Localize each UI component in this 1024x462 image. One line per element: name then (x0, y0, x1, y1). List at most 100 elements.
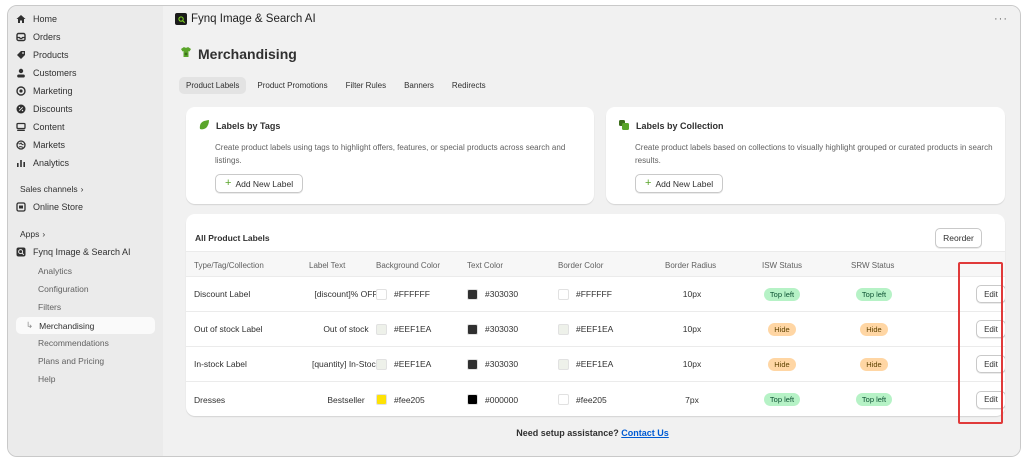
setup-assistance: Need setup assistance? Contact Us (163, 428, 1020, 438)
srw-status-cell: Top left (838, 277, 910, 311)
background-color-cell: #fee205 (376, 382, 425, 416)
sidebar-subitem-filters[interactable]: Filters (38, 300, 61, 314)
app-logo-icon (175, 13, 187, 25)
app-logo-icon (16, 247, 26, 257)
status-badge: Hide (768, 322, 796, 336)
border-radius-cell: 10px (682, 289, 702, 299)
sidebar-item-marketing[interactable]: Marketing (16, 83, 156, 99)
store-icon (16, 202, 26, 212)
all-product-labels-card: All Product Labels Reorder Type/Tag/Coll… (186, 214, 1005, 416)
table-title: All Product Labels (195, 233, 270, 243)
sidebar-subitem-configuration[interactable]: Configuration (38, 282, 89, 296)
color-swatch (558, 394, 569, 405)
table-row: Out of stock Label Out of stock #EEF1EA … (186, 312, 1005, 347)
tag-icon (16, 50, 26, 60)
color-swatch (376, 323, 387, 335)
sidebar-item-label: Content (33, 122, 65, 132)
sidebar-subitem-recommendations[interactable]: Recommendations (38, 336, 109, 350)
chevron-right-icon: › (80, 184, 84, 194)
globe-icon (16, 140, 26, 150)
type-cell: Out of stock Label (194, 324, 263, 334)
actions-cell: Edit (976, 347, 1005, 381)
type-cell: Dresses (194, 394, 226, 405)
srw-status-cell: Hide (838, 347, 910, 381)
tab-product-promotions[interactable]: Product Promotions (250, 77, 334, 94)
tab-redirects[interactable]: Redirects (445, 77, 493, 94)
actions-cell: Edit (976, 382, 1005, 416)
main-content: Fynq Image & Search AI ··· Merchandising… (163, 6, 1020, 456)
sidebar-item-analytics[interactable]: Analytics (16, 155, 156, 171)
add-new-label-tags-button[interactable]: + Add New Label (215, 174, 304, 193)
target-icon (16, 86, 26, 96)
content-icon (16, 122, 26, 132)
edit-button[interactable]: Edit (976, 285, 1005, 303)
sales-channels-heading[interactable]: Sales channels › (20, 184, 84, 194)
column-header: Text Color (467, 261, 504, 270)
more-options-icon[interactable]: ··· (994, 13, 1008, 25)
add-new-label-collection-button[interactable]: + Add New Label (635, 174, 724, 193)
reorder-button[interactable]: Reorder (935, 228, 982, 248)
sidebar-item-label: Online Store (33, 202, 84, 212)
color-swatch (467, 288, 478, 300)
contact-us-link[interactable]: Contact Us (621, 428, 669, 438)
border-color-cell: #FFFFFF (558, 277, 612, 311)
bar-chart-icon (16, 158, 26, 168)
tab-filter-rules[interactable]: Filter Rules (339, 77, 393, 94)
labels-by-tags-card: Labels by Tags Create product labels usi… (186, 107, 594, 204)
background-color-cell: #EEF1EA (376, 347, 431, 381)
background-color-cell: #EEF1EA (376, 312, 431, 346)
plus-icon: + (645, 177, 652, 189)
card-description: Create product labels based on collectio… (635, 143, 993, 165)
sidebar-subitem-plans-and-pricing[interactable]: Plans and Pricing (38, 354, 104, 368)
card-title: Labels by Collection (618, 119, 724, 133)
color-swatch (467, 323, 478, 335)
table-row: Discount Label [discount]% OFF #FFFFFF #… (186, 277, 1005, 312)
isw-status-cell: Top left (746, 382, 818, 416)
discount-icon (16, 104, 26, 114)
edit-button[interactable]: Edit (976, 355, 1005, 373)
tab-banners[interactable]: Banners (397, 77, 441, 94)
sidebar-item-products[interactable]: Products (16, 47, 156, 63)
border-radius-cell: 10px (682, 324, 702, 334)
sidebar-subitem-merchandising[interactable]: ↳ Merchandising (16, 317, 155, 334)
page-title: Merchandising (179, 45, 297, 62)
srw-status-cell: Hide (838, 312, 910, 346)
isw-status-cell: Top left (746, 277, 818, 311)
labels-by-collection-card: Labels by Collection Create product labe… (606, 107, 1005, 204)
border-color-cell: #EEF1EA (558, 312, 613, 346)
text-color-cell: #303030 (467, 277, 518, 311)
sidebar-item-label: Orders (33, 32, 61, 42)
sidebar-item-orders[interactable]: Orders (16, 29, 156, 45)
sidebar-item-app[interactable]: Fynq Image & Search AI (16, 244, 156, 260)
sidebar-item-discounts[interactable]: Discounts (16, 101, 156, 117)
sidebar-item-online-store[interactable]: Online Store (16, 199, 156, 215)
apps-heading[interactable]: Apps › (20, 229, 45, 239)
sidebar-item-label: Products (33, 50, 69, 60)
collection-icon (618, 119, 630, 133)
sidebar-item-label: Analytics (33, 158, 70, 168)
background-color-cell: #FFFFFF (376, 277, 430, 311)
edit-button[interactable]: Edit (976, 390, 1005, 409)
sidebar-item-label: Markets (33, 140, 66, 150)
sidebar-item-content[interactable]: Content (16, 119, 156, 135)
status-badge: Top left (855, 287, 893, 301)
table-row: In-stock Label [quantity] In-Stock #EEF1… (186, 347, 1005, 382)
text-color-cell: #000000 (467, 382, 518, 416)
border-radius-cell: 10px (682, 359, 702, 369)
color-swatch (376, 288, 387, 300)
card-title: Labels by Tags (198, 119, 280, 133)
edit-button[interactable]: Edit (976, 320, 1005, 338)
color-swatch (467, 358, 478, 370)
leaf-tag-icon (198, 119, 210, 133)
sidebar-item-markets[interactable]: Markets (16, 137, 156, 153)
column-header: Border Radius (665, 261, 717, 270)
actions-cell: Edit (976, 277, 1005, 311)
table-row: Dresses Bestseller #fee205 #000000 #fee2… (186, 382, 1005, 416)
actions-cell: Edit (976, 312, 1005, 346)
sidebar-subitem-help[interactable]: Help (38, 372, 55, 386)
sidebar-subitem-analytics[interactable]: Analytics (38, 264, 72, 278)
status-badge: Top left (763, 287, 801, 301)
sidebar-item-customers[interactable]: Customers (16, 65, 156, 81)
sidebar-item-home[interactable]: Home (16, 11, 156, 27)
tab-product-labels[interactable]: Product Labels (179, 77, 247, 94)
